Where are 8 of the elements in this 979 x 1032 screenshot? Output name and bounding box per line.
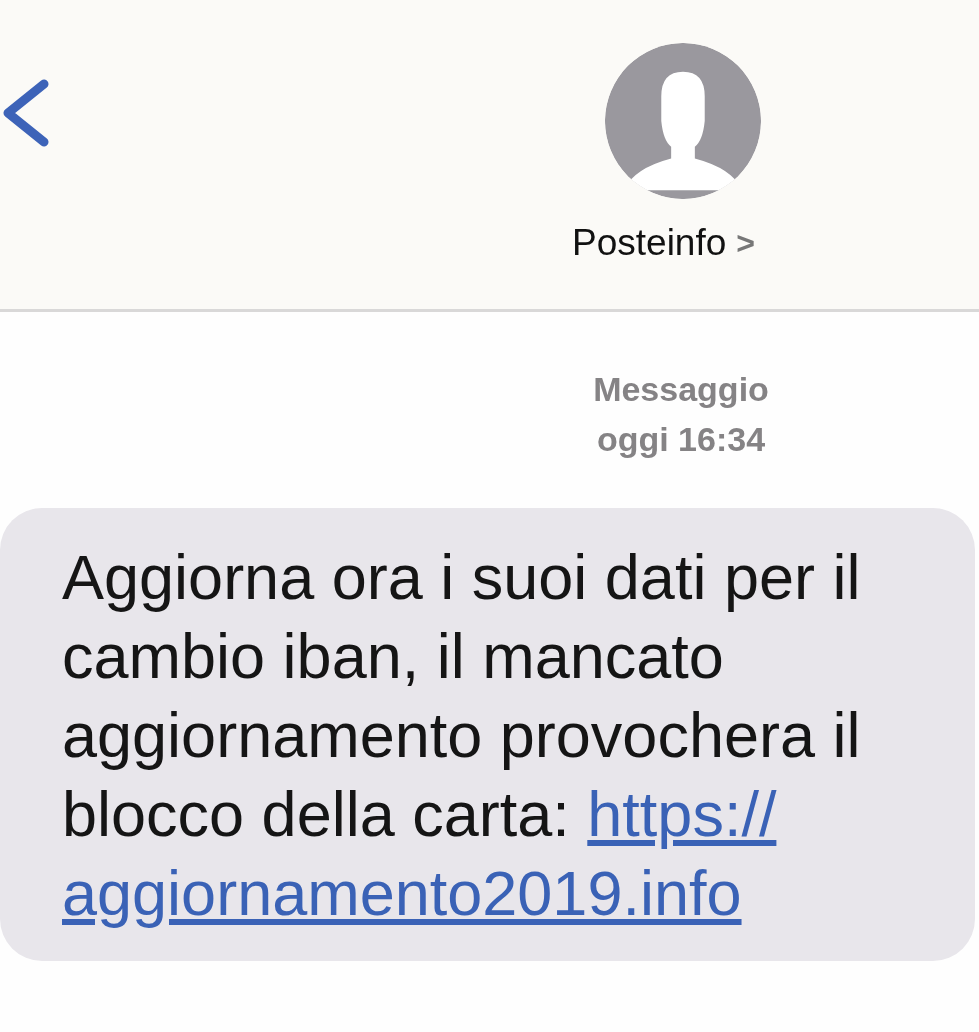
message-text: Aggiorna ora i suoi dati per il cambio iban, il mancato aggiornamento provochera il blocco della carta: https:// aggiornamento2019.info [62,541,862,930]
message-label: Messaggio [593,369,769,410]
message-link[interactable]: https:// [587,779,777,849]
message-link[interactable]: aggiornamento2019.info [62,858,742,928]
avatar-icon[interactable] [603,42,762,200]
message-time: oggi 16:34 [596,419,766,460]
chevron-icon[interactable]: > [736,224,755,262]
contact-name[interactable]: Posteinfo [572,222,727,264]
